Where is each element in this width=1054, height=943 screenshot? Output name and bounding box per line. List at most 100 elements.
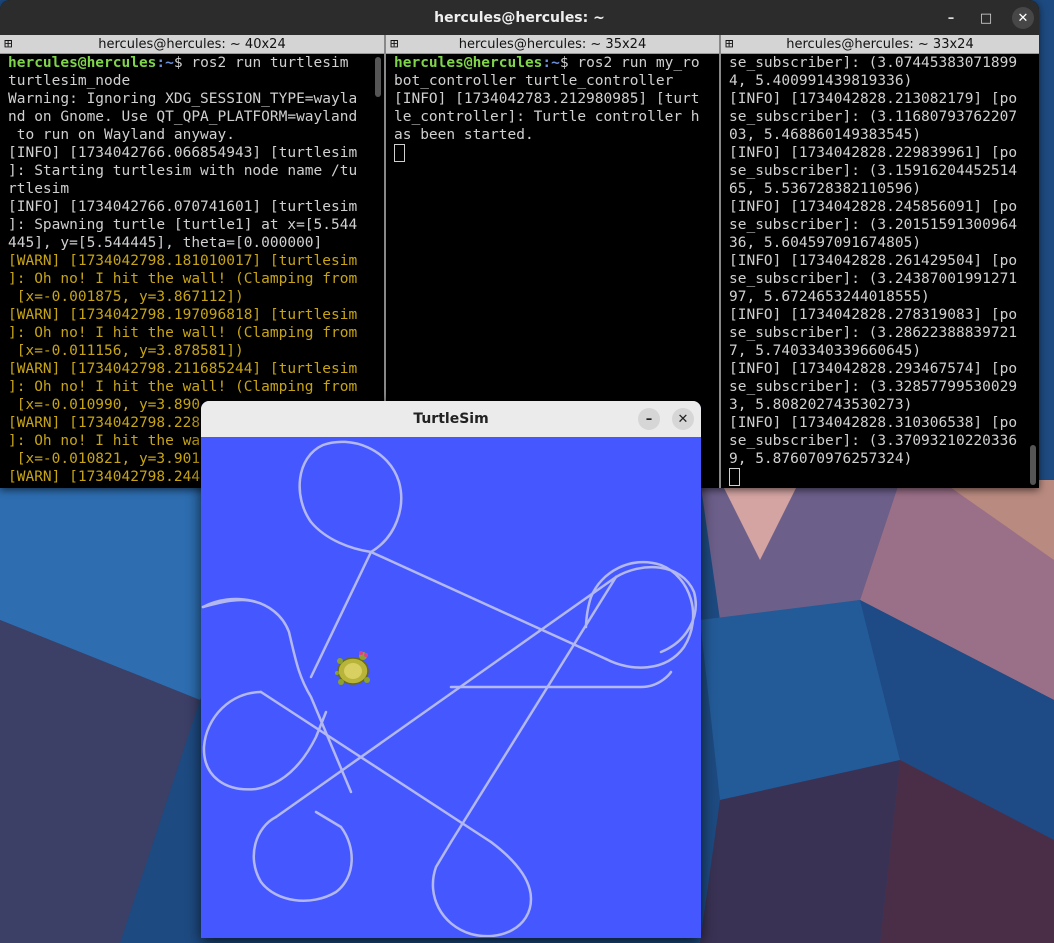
prompt-path: :~ xyxy=(156,55,174,71)
terminal-window-title: hercules@hercules: ~ xyxy=(434,9,605,26)
terminal-line: ]: Oh no! I hit the wall! (Clamping from xyxy=(8,324,370,342)
terminal-line xyxy=(394,144,705,162)
output-text: se_subscriber]: (3.32857799530029 xyxy=(729,379,1018,395)
output-text: [INFO] [1734042828.310306538] [po xyxy=(729,415,1018,431)
output-text: [INFO] [1734042766.070741601] [turtlesim xyxy=(8,199,358,215)
output-text: se_subscriber]: (3.37093210220336 xyxy=(729,433,1018,449)
output-text: $ ros2 run turtlesim xyxy=(173,55,349,71)
output-text: 36, 5.604597091674805) xyxy=(729,235,922,251)
pane-tab-title: hercules@hercules: ~ 33x24 xyxy=(786,36,974,52)
output-text: 65, 5.536728382110596) xyxy=(729,181,922,197)
minimize-icon[interactable]: – xyxy=(940,7,962,29)
scrollbar[interactable] xyxy=(1030,445,1036,485)
output-text: [INFO] [1734042828.293467574] [po xyxy=(729,361,1018,377)
terminal-titlebar[interactable]: hercules@hercules: ~ – □ ✕ xyxy=(0,0,1039,35)
terminal-line: [INFO] [1734042828.213082179] [po xyxy=(729,90,1025,108)
terminal-line: [INFO] [1734042783.212980985] [turt xyxy=(394,90,705,108)
turtlesim-window[interactable]: TurtleSim – ✕ xyxy=(201,401,701,938)
split-pane-icon[interactable]: ⊞ xyxy=(4,36,12,52)
output-text: nd on Gnome. Use QT_QPA_PLATFORM=wayland xyxy=(8,109,358,125)
prompt-path: :~ xyxy=(542,55,560,71)
output-text: 9, 5.876070976257324) xyxy=(729,451,913,467)
terminal-line: 7, 5.7403340339660645) xyxy=(729,342,1025,360)
output-text: 97, 5.6724653244018555) xyxy=(729,289,930,305)
output-text: se_subscriber]: (3.20151591300964 xyxy=(729,217,1018,233)
terminal-line: [WARN] [1734042798.197096818] [turtlesim xyxy=(8,306,370,324)
terminal-line: ]: Starting turtlesim with node name /tu xyxy=(8,162,370,180)
output-text: 7, 5.7403340339660645) xyxy=(729,343,922,359)
terminal-line: se_subscriber]: (3.37093210220336 xyxy=(729,432,1025,450)
turtlesim-titlebar[interactable]: TurtleSim – ✕ xyxy=(201,401,701,437)
pane-tab[interactable]: ⊞ hercules@hercules: ~ 35x24 xyxy=(386,35,719,54)
output-text: [INFO] [1734042828.245856091] [po xyxy=(729,199,1018,215)
warning-text: [WARN] [1734042798.244 xyxy=(8,469,201,485)
warning-text: [x=-0.010821, y=3.901 xyxy=(8,451,201,467)
terminal-line: [INFO] [1734042766.066854943] [turtlesim xyxy=(8,144,370,162)
terminal-line: le_controller]: Turtle controller h xyxy=(394,108,705,126)
terminal-line: se_subscriber]: (3.15916204452514 xyxy=(729,162,1025,180)
output-text: [INFO] [1734042828.213082179] [po xyxy=(729,91,1018,107)
close-icon[interactable]: ✕ xyxy=(672,408,694,430)
scrollbar[interactable] xyxy=(375,57,381,97)
warning-text: ]: Oh no! I hit the wall! (Clamping from xyxy=(8,325,358,341)
output-text: turtlesim_node xyxy=(8,73,131,89)
terminal-line: hercules@hercules:~$ ros2 run turtlesim xyxy=(8,54,370,72)
terminal-line: ]: Oh no! I hit the wall! (Clamping from xyxy=(8,270,370,288)
output-text: se_subscriber]: (3.15916204452514 xyxy=(729,163,1018,179)
output-text: to run on Wayland anyway. xyxy=(8,127,235,143)
terminal-line: se_subscriber]: (3.11680793762207 xyxy=(729,108,1025,126)
output-text: se_subscriber]: (3.11680793762207 xyxy=(729,109,1018,125)
terminal-line: se_subscriber]: (3.32857799530029 xyxy=(729,378,1025,396)
terminal-line: se_subscriber]: (3.28622388839721 xyxy=(729,324,1025,342)
terminal-line: 65, 5.536728382110596) xyxy=(729,180,1025,198)
close-icon[interactable]: ✕ xyxy=(1012,7,1034,29)
terminal-line: 97, 5.6724653244018555) xyxy=(729,288,1025,306)
output-text: se_subscriber]: (3.28622388839721 xyxy=(729,325,1018,341)
output-text: le_controller]: Turtle controller h xyxy=(394,109,700,125)
terminal-line: hercules@hercules:~$ ros2 run my_ro xyxy=(394,54,705,72)
output-text: Warning: Ignoring XDG_SESSION_TYPE=wayla xyxy=(8,91,358,107)
split-pane-icon[interactable]: ⊞ xyxy=(390,36,398,52)
output-text: [INFO] [1734042766.066854943] [turtlesim xyxy=(8,145,358,161)
terminal-line: Warning: Ignoring XDG_SESSION_TYPE=wayla xyxy=(8,90,370,108)
terminal-pane-subscriber[interactable]: ⊞ hercules@hercules: ~ 33x24 se_subscrib… xyxy=(721,35,1039,488)
terminal-line: rtlesim xyxy=(8,180,370,198)
terminal-output[interactable]: se_subscriber]: (3.07445383071899 4, 5.40… xyxy=(729,54,1025,488)
terminal-line: as been started. xyxy=(394,126,705,144)
pane-tab-title: hercules@hercules: ~ 35x24 xyxy=(458,36,647,52)
output-text: ]: Spawning turtle [turtle1] at x=[5.544 xyxy=(8,217,358,233)
warning-text: [WARN] [1734042798.181010017] [turtlesim xyxy=(8,253,358,269)
output-text: ]: Starting turtlesim with node name /tu xyxy=(8,163,358,179)
prompt-user: hercules@hercules xyxy=(394,55,543,71)
output-text: se_subscriber]: (3.24387001991271 xyxy=(729,271,1018,287)
warning-text: [x=-0.010990, y=3.890 xyxy=(8,397,201,413)
output-text: se_subscriber]: (3.07445383071899 xyxy=(729,55,1018,71)
warning-text: ]: Oh no! I hit the wall! (Clamping from xyxy=(8,379,358,395)
warning-text: [x=-0.001875, y=3.867112]) xyxy=(8,289,244,305)
output-text: 445], y=[5.544445], theta=[0.000000] xyxy=(8,235,323,251)
maximize-icon[interactable]: □ xyxy=(975,7,997,29)
terminal-line: [INFO] [1734042828.278319083] [po xyxy=(729,306,1025,324)
terminal-line: [INFO] [1734042828.293467574] [po xyxy=(729,360,1025,378)
output-text: [INFO] [1734042783.212980985] [turt xyxy=(394,91,700,107)
split-pane-icon[interactable]: ⊞ xyxy=(725,36,733,52)
output-text: [INFO] [1734042828.278319083] [po xyxy=(729,307,1018,323)
terminal-line: nd on Gnome. Use QT_QPA_PLATFORM=wayland xyxy=(8,108,370,126)
terminal-line: 3, 5.808202743530273) xyxy=(729,396,1025,414)
output-text: 03, 5.468860149383545) xyxy=(729,127,922,143)
terminal-line: [INFO] [1734042828.310306538] [po xyxy=(729,414,1025,432)
minimize-icon[interactable]: – xyxy=(638,408,660,430)
turtlesim-window-title: TurtleSim xyxy=(413,411,489,427)
terminal-line: se_subscriber]: (3.20151591300964 xyxy=(729,216,1025,234)
pane-tab[interactable]: ⊞ hercules@hercules: ~ 40x24 xyxy=(0,35,384,54)
terminal-line: [x=-0.001875, y=3.867112]) xyxy=(8,288,370,306)
terminal-line: se_subscriber]: (3.24387001991271 xyxy=(729,270,1025,288)
terminal-line: ]: Spawning turtle [turtle1] at x=[5.544 xyxy=(8,216,370,234)
pane-tab-title: hercules@hercules: ~ 40x24 xyxy=(98,36,286,52)
terminal-line: turtlesim_node xyxy=(8,72,370,90)
output-text: $ ros2 run my_ro xyxy=(559,55,700,71)
terminal-line: 03, 5.468860149383545) xyxy=(729,126,1025,144)
pane-tab[interactable]: ⊞ hercules@hercules: ~ 33x24 xyxy=(721,35,1039,54)
terminal-line: [INFO] [1734042828.261429504] [po xyxy=(729,252,1025,270)
output-text: as been started. xyxy=(394,127,534,143)
